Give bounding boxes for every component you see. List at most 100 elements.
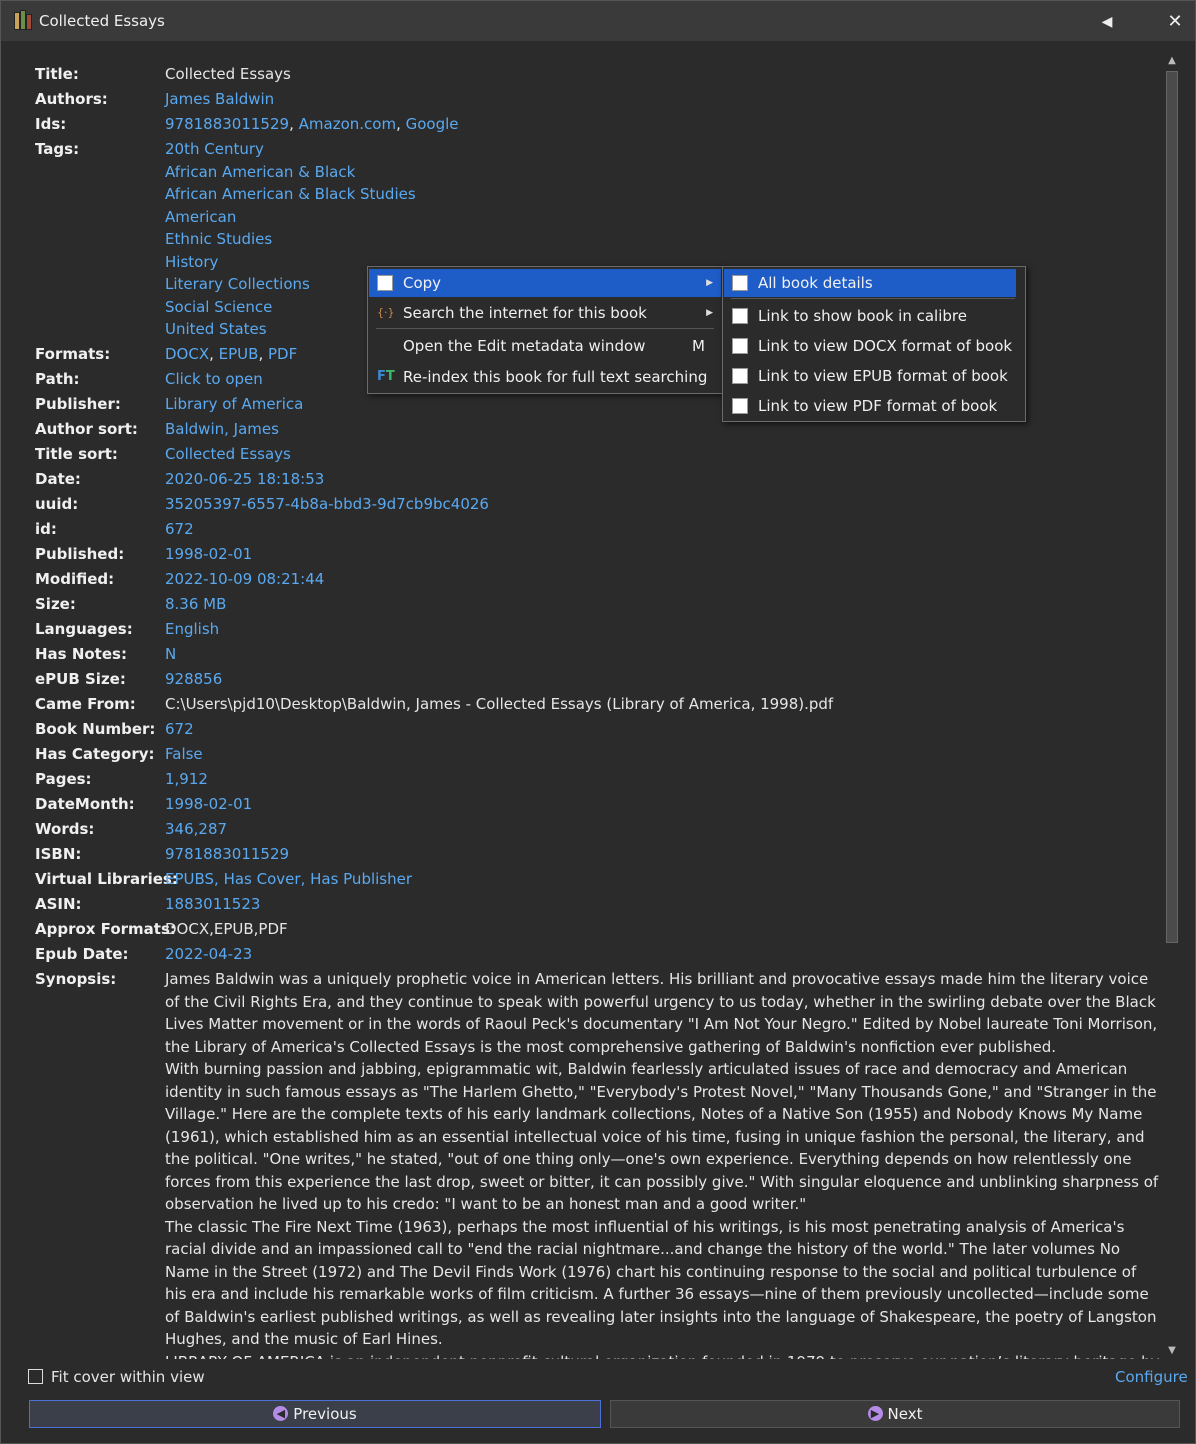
- close-button[interactable]: ✕: [1161, 9, 1189, 35]
- value-link[interactable]: N: [165, 645, 176, 663]
- value-link[interactable]: Library of America: [165, 395, 303, 413]
- value-link[interactable]: 346,287: [165, 820, 227, 838]
- separator: ,: [258, 345, 268, 363]
- context-menu: Copy ▶ {·} Search the internet for this …: [367, 266, 723, 394]
- value-link[interactable]: 9781883011529: [165, 845, 289, 863]
- value-link[interactable]: 1883011523: [165, 895, 260, 913]
- menu-item-label: Link to view DOCX format of book: [758, 337, 1013, 355]
- copy-icon: [729, 396, 748, 414]
- value-link[interactable]: EPUBS, Has Cover, Has Publisher: [165, 870, 412, 888]
- value-link[interactable]: 9781883011529: [165, 115, 289, 133]
- menu-item-search-internet[interactable]: {·} Search the internet for this book ▶: [369, 299, 721, 327]
- field-value: 1883011523: [165, 893, 260, 916]
- field-value: C:\Users\pjd10\Desktop\Baldwin, James - …: [165, 693, 833, 716]
- value-link[interactable]: False: [165, 745, 203, 763]
- value-link[interactable]: James Baldwin: [165, 90, 274, 108]
- value-link[interactable]: 672: [165, 520, 194, 538]
- field-value: 2020-06-25 18:18:53: [165, 468, 324, 491]
- value-link[interactable]: 2020-06-25 18:18:53: [165, 470, 324, 488]
- tag-link[interactable]: African American & Black Studies: [165, 183, 416, 206]
- value-link[interactable]: 2022-10-09 08:21:44: [165, 570, 324, 588]
- tag-link[interactable]: Ethnic Studies: [165, 228, 272, 251]
- value-link[interactable]: Click to open: [165, 370, 263, 388]
- field-label: Languages:: [35, 620, 133, 638]
- arrow-left-icon: ◀: [273, 1406, 289, 1421]
- field-label: uuid:: [35, 495, 79, 513]
- field-value: Baldwin, James: [165, 418, 279, 441]
- field-label: ASIN:: [35, 895, 82, 913]
- submenu-item-all-book-details[interactable]: All book details: [724, 269, 1016, 297]
- configure-link[interactable]: Configure: [1115, 1368, 1188, 1386]
- value-link[interactable]: 928856: [165, 670, 222, 688]
- copy-icon: [729, 336, 748, 354]
- value-link[interactable]: Amazon.com: [299, 115, 396, 133]
- scrollbar-thumb[interactable]: [1166, 71, 1178, 943]
- scroll-up-arrow-icon[interactable]: ▲: [1164, 53, 1180, 69]
- previous-button[interactable]: ◀ Previous: [29, 1400, 601, 1428]
- tag-link[interactable]: 20th Century: [165, 138, 264, 161]
- field-label: Formats:: [35, 345, 111, 363]
- field-value: 928856: [165, 668, 222, 691]
- field-label: Size:: [35, 595, 76, 613]
- scroll-down-arrow-icon[interactable]: ▼: [1164, 1343, 1180, 1359]
- value-link[interactable]: 1998-02-01: [165, 795, 252, 813]
- menu-item-reindex[interactable]: FT Re-index this book for full text sear…: [369, 363, 721, 391]
- vertical-scrollbar[interactable]: ▲ ▼: [1163, 53, 1181, 1359]
- field-value: English: [165, 618, 219, 641]
- submenu-arrow-icon: ▶: [706, 308, 713, 318]
- copy-icon: [729, 366, 748, 384]
- menu-item-label: Link to show book in calibre: [758, 307, 967, 325]
- tag-link[interactable]: Social Science: [165, 296, 272, 319]
- field-label: Pages:: [35, 770, 92, 788]
- value-link[interactable]: 35205397-6557-4b8a-bbd3-9d7cb9bc4026: [165, 495, 489, 513]
- value-link[interactable]: English: [165, 620, 219, 638]
- field-value: EPUBS, Has Cover, Has Publisher: [165, 868, 412, 891]
- menu-item-edit-metadata[interactable]: Open the Edit metadata window M: [369, 332, 721, 360]
- value-link[interactable]: 1,912: [165, 770, 208, 788]
- field-label: Modified:: [35, 570, 115, 588]
- triangle-left-icon: ◀: [1101, 14, 1113, 30]
- value-link[interactable]: Google: [406, 115, 459, 133]
- value-text: Collected Essays: [165, 65, 291, 83]
- tag-link[interactable]: History: [165, 251, 218, 274]
- next-button[interactable]: ▶ Next: [610, 1400, 1180, 1428]
- field-label: DateMonth:: [35, 795, 135, 813]
- window-title: Collected Essays: [39, 12, 165, 30]
- submenu-item-link-pdf[interactable]: Link to view PDF format of book: [724, 392, 1024, 420]
- value-link[interactable]: 1998-02-01: [165, 545, 252, 563]
- value-text: DOCX,EPUB,PDF: [165, 920, 288, 938]
- value-link[interactable]: DOCX: [165, 345, 209, 363]
- value-link[interactable]: Collected Essays: [165, 445, 291, 463]
- field-value: False: [165, 743, 203, 766]
- collapse-button[interactable]: ◀: [1093, 9, 1121, 35]
- menu-item-label: Re-index this book for full text searchi…: [403, 368, 708, 386]
- menu-item-label: Open the Edit metadata window: [403, 337, 646, 355]
- menu-item-label: All book details: [758, 274, 873, 292]
- menu-item-copy[interactable]: Copy ▶: [369, 269, 721, 297]
- value-link[interactable]: PDF: [268, 345, 297, 363]
- value-link[interactable]: 672: [165, 720, 194, 738]
- value-link[interactable]: Baldwin, James: [165, 420, 279, 438]
- field-value: 1998-02-01: [165, 793, 252, 816]
- menu-separator: [731, 298, 1015, 299]
- tag-link[interactable]: African American & Black: [165, 161, 355, 184]
- fit-cover-label[interactable]: Fit cover within view: [51, 1368, 205, 1386]
- submenu-item-link-docx[interactable]: Link to view DOCX format of book: [724, 332, 1024, 360]
- tag-link[interactable]: Literary Collections: [165, 273, 310, 296]
- copy-icon: [374, 273, 393, 291]
- submenu-item-link-calibre[interactable]: Link to show book in calibre: [724, 302, 1024, 330]
- tag-link[interactable]: United States: [165, 318, 267, 341]
- tag-link[interactable]: American: [165, 206, 236, 229]
- submenu-item-link-epub[interactable]: Link to view EPUB format of book: [724, 362, 1024, 390]
- field-label: id:: [35, 520, 57, 538]
- field-label: Book Number:: [35, 720, 156, 738]
- menu-item-label: Copy: [403, 274, 442, 292]
- menu-item-label: Search the internet for this book: [403, 304, 647, 322]
- field-value: N: [165, 643, 176, 666]
- value-link[interactable]: EPUB: [219, 345, 259, 363]
- field-value: Library of America: [165, 393, 303, 416]
- separator: ,: [209, 345, 219, 363]
- fit-cover-checkbox[interactable]: [28, 1369, 43, 1384]
- value-link[interactable]: 2022-04-23: [165, 945, 252, 963]
- value-link[interactable]: 8.36 MB: [165, 595, 226, 613]
